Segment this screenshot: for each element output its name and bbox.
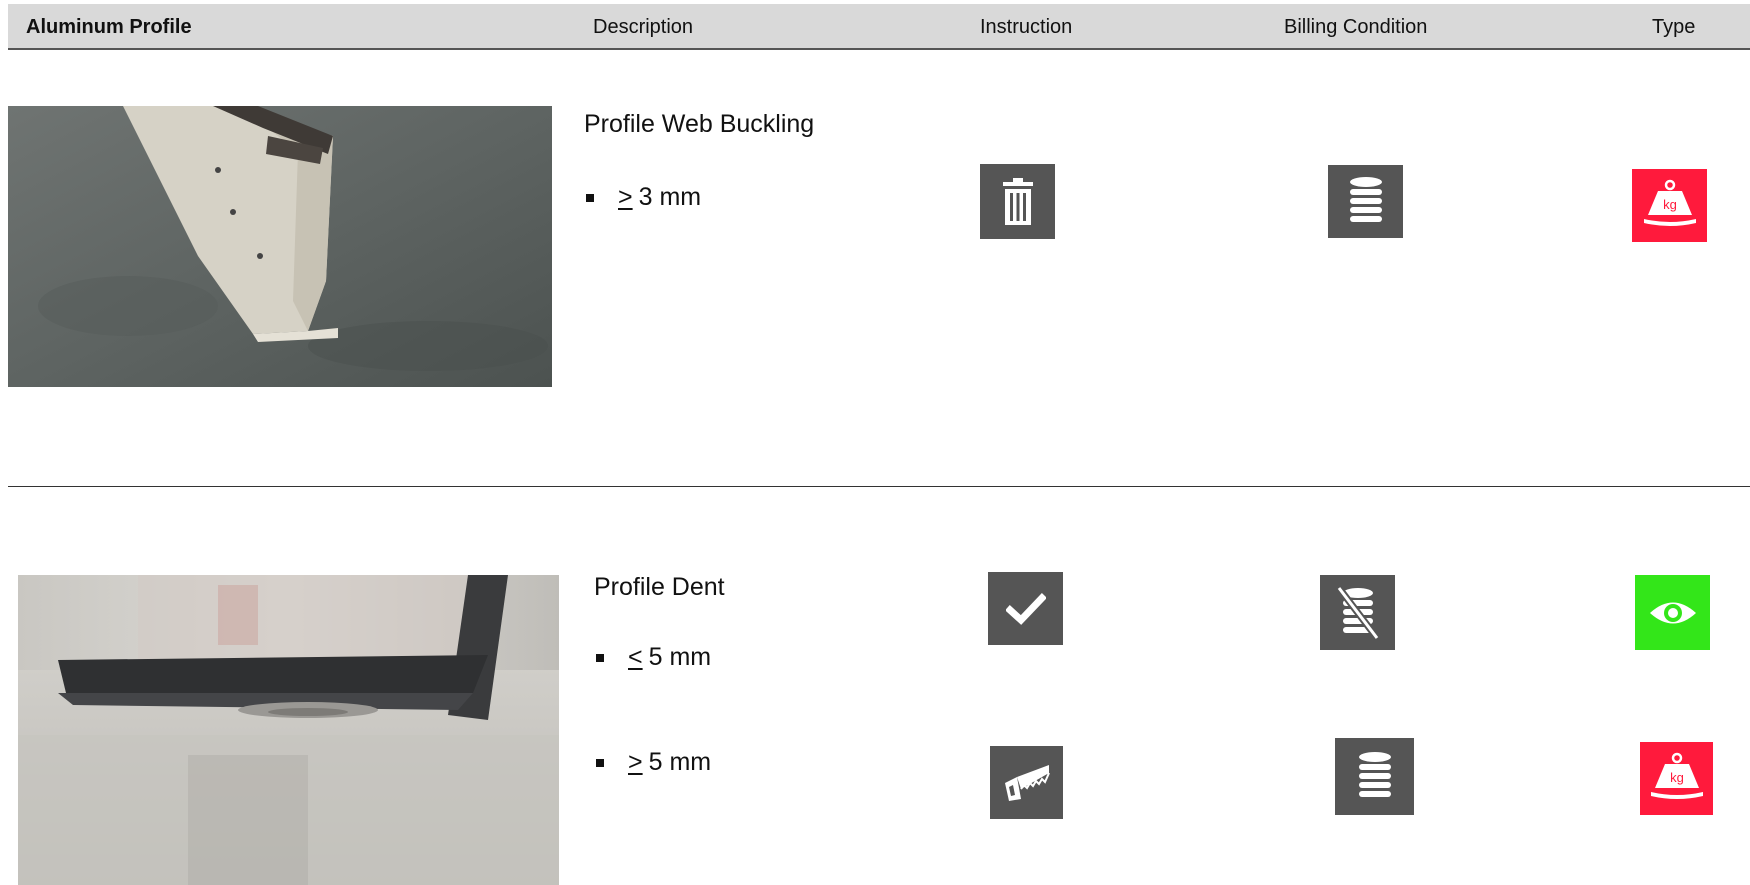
- row2-title: Profile Dent: [594, 573, 725, 601]
- bullet-marker: [596, 653, 604, 662]
- kg-label: kg: [1663, 197, 1677, 212]
- header-instruction: Instruction: [980, 16, 1073, 38]
- profile-dent-photo: [18, 575, 559, 885]
- coin-stack-icon: [1335, 738, 1414, 815]
- checkmark-icon: [988, 572, 1063, 645]
- header-billing-condition: Billing Condition: [1284, 16, 1428, 38]
- eye-icon: [1635, 575, 1710, 650]
- bullet-marker: [596, 758, 604, 767]
- condition-value: 3 mm: [638, 183, 702, 211]
- saw-icon: [990, 746, 1063, 819]
- kg-label: kg: [1670, 770, 1684, 785]
- row1-condition-1: > 3 mm: [586, 183, 701, 212]
- coin-stack-icon: [1328, 165, 1403, 238]
- operator: <: [628, 643, 643, 671]
- no-billing-icon: [1320, 575, 1395, 650]
- header-aluminum-profile: Aluminum Profile: [26, 16, 192, 38]
- row2-condition-1: < 5 mm: [596, 643, 711, 672]
- table-header: Aluminum Profile Description Instruction…: [8, 4, 1750, 50]
- operator: >: [618, 183, 633, 211]
- bullet-marker: [586, 193, 594, 202]
- condition-value: 5 mm: [648, 643, 712, 671]
- row1-title: Profile Web Buckling: [584, 110, 815, 138]
- weight-kg-icon: kg: [1632, 169, 1707, 242]
- row2-condition-2: > 5 mm: [596, 748, 711, 777]
- condition-value: 5 mm: [648, 748, 712, 776]
- trash-icon: [980, 164, 1055, 239]
- profile-web-buckling-photo: [8, 106, 552, 387]
- operator: >: [628, 748, 643, 776]
- header-type: Type: [1652, 16, 1696, 38]
- header-description: Description: [593, 16, 694, 38]
- row-divider: [8, 486, 1750, 487]
- weight-kg-icon: kg: [1640, 742, 1713, 815]
